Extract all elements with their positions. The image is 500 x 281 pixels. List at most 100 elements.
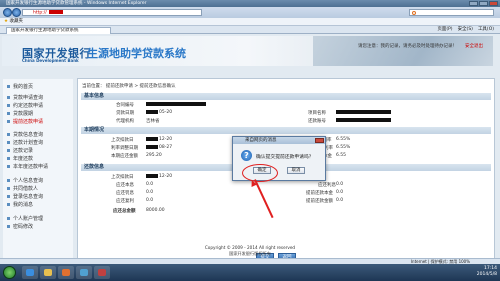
- sidebar-item-personal[interactable]: 个人信息查询: [7, 177, 43, 184]
- bullet-icon: [7, 195, 10, 198]
- bullet-icon: [7, 203, 10, 206]
- sidebar-item-account[interactable]: 个人账户管理: [7, 215, 43, 222]
- bullet-icon: [7, 217, 10, 220]
- label-due-interest: 应还利息: [318, 183, 336, 188]
- favorites-label[interactable]: 收藏夹: [9, 19, 23, 24]
- label-prepay-amount: 提前还款金额: [306, 199, 333, 204]
- sidebar-item-annual[interactable]: 年度还款: [7, 155, 33, 162]
- label-penalty: 应还罚息: [116, 191, 134, 196]
- redacted-url: [48, 10, 63, 14]
- clock-date[interactable]: 2014/5/8: [477, 272, 497, 278]
- label-last-deduct: 上次扣款日: [111, 138, 134, 143]
- bank-logo-en: China Development Bank: [22, 58, 79, 63]
- taskbar-ie[interactable]: [22, 266, 38, 279]
- sidebar-item-login-info[interactable]: 登录信息查询: [7, 193, 43, 200]
- bullet-icon: [7, 141, 10, 144]
- tab-bar: 国家开发银行生源地助学贷款系统 页面(P) 安全(S) 工具(O): [0, 26, 500, 34]
- tab-active[interactable]: 国家开发银行生源地助学贷款系统: [6, 27, 111, 34]
- redacted-contract-no: [146, 102, 206, 106]
- value-rate-adjust-date: 08-27: [159, 145, 173, 150]
- value-prepay-amount: 0.0: [336, 198, 344, 203]
- search-input[interactable]: [409, 9, 494, 16]
- minimize-button[interactable]: [469, 1, 478, 6]
- sidebar-item-home[interactable]: 我的首页: [7, 83, 33, 90]
- bullet-icon: [7, 96, 10, 99]
- search-icon[interactable]: [412, 11, 416, 15]
- sidebar-item-extension[interactable]: 贷款展期: [7, 110, 33, 117]
- sidebar-item-loan-query[interactable]: 贷款申请查询: [7, 94, 43, 101]
- section-current-period: 本期情况: [81, 127, 491, 134]
- label-repay-account: 还款账号: [308, 119, 326, 124]
- label-compound: 应还复利: [116, 199, 134, 204]
- value-total-due: 8000.00: [146, 208, 165, 213]
- start-button[interactable]: [3, 266, 16, 279]
- address-input[interactable]: http://: [22, 9, 202, 16]
- dialog-message: 确认提交提前还款申请吗？: [256, 155, 314, 160]
- taskbar-explorer[interactable]: [40, 266, 56, 279]
- dialog-cancel-button[interactable]: 取消: [287, 167, 305, 174]
- address-bar-row: http://: [0, 7, 500, 18]
- label-repay-last-deduct: 上次扣款日: [111, 175, 134, 180]
- app-icon: [80, 269, 88, 276]
- bullet-icon: [7, 120, 10, 123]
- sidebar-item-label: 贷款申请查询: [13, 95, 44, 101]
- sidebar-item-loan-info[interactable]: 贷款信息查询: [7, 131, 43, 138]
- value-prepay-principal: 0.0: [336, 190, 344, 195]
- maximize-button[interactable]: [479, 1, 488, 6]
- dialog-close-icon[interactable]: [315, 138, 324, 143]
- taskbar-media[interactable]: [58, 266, 74, 279]
- label-prepay-principal: 提前还款本金: [306, 191, 333, 196]
- window-titlebar: 国家开发银行生源地助学贷款管理系统 - Windows Internet Exp…: [0, 0, 500, 7]
- sidebar-item-label: 提前还款申请: [13, 119, 44, 125]
- sidebar-item-messages[interactable]: 我的消息: [7, 201, 33, 208]
- value-annual-rate: 6.55%: [336, 137, 351, 142]
- taskbar: 17:14 2014/5/8: [0, 264, 500, 281]
- value-due-interest: 0.0: [336, 182, 344, 187]
- command-safety[interactable]: 安全(S): [458, 26, 473, 34]
- command-tools[interactable]: 工具(O): [478, 26, 494, 34]
- bullet-icon: [7, 104, 10, 107]
- system-tray: 17:14 2014/5/8: [477, 266, 497, 278]
- value-agency: 吉林省: [146, 119, 160, 124]
- sidebar-item-label: 还款记录: [13, 148, 34, 154]
- section-basic-info: 基本信息: [81, 93, 491, 100]
- value-penalty: 0.0: [146, 190, 154, 195]
- taskbar-app5[interactable]: [94, 266, 110, 279]
- logout-link[interactable]: 安全退出: [465, 43, 483, 49]
- close-window-button[interactable]: [489, 1, 498, 6]
- label-project-name: 项目名称: [308, 111, 326, 116]
- value-last-deduct: 12-20: [159, 137, 173, 142]
- label-due-interest-principal: 应还本息: [116, 183, 134, 188]
- star-icon[interactable]: ★: [4, 19, 8, 24]
- redacted-last-deduct: [146, 137, 158, 141]
- sidebar-item-label: 年度还款: [13, 156, 34, 162]
- sidebar-item-label: 登录信息查询: [13, 194, 44, 200]
- forward-icon[interactable]: [12, 8, 21, 17]
- sidebar-item-label: 本年度还款申请: [13, 164, 49, 170]
- value-repay-last-deduct: 12-20: [159, 174, 173, 179]
- bullet-icon: [7, 85, 10, 88]
- taskbar-app4[interactable]: [76, 266, 92, 279]
- back-icon[interactable]: [3, 8, 12, 17]
- sidebar-item-coborrower[interactable]: 共同借款人: [7, 185, 38, 192]
- value-compound: 0.0: [146, 198, 154, 203]
- sidebar-item-plan[interactable]: 还款计划查询: [7, 139, 43, 146]
- value-due-amount: 295.20: [146, 153, 162, 158]
- bullet-icon: [7, 165, 10, 168]
- sidebar-item-early-repay[interactable]: 提前还款申请: [7, 118, 43, 125]
- label-total-due: 应还总金额: [113, 209, 136, 214]
- dialog-titlebar: 来自网页的消息: [233, 137, 325, 144]
- highlight-circle: [242, 164, 278, 182]
- sidebar-item-scheduled-repay[interactable]: 约定还款申请: [7, 102, 43, 109]
- sidebar-item-annual-apply[interactable]: 本年度还款申请: [7, 163, 48, 170]
- copyright-owner: 国家开发银行版权所有: [229, 251, 271, 256]
- command-bar: 页面(P) 安全(S) 工具(O): [437, 26, 494, 34]
- value-actual-rate: 6.55%: [336, 145, 351, 150]
- command-page[interactable]: 页面(P): [437, 26, 452, 34]
- sidebar-item-records[interactable]: 还款记录: [7, 147, 33, 154]
- sidebar: 我的首页 贷款申请查询 约定还款申请 贷款展期 提前还款申请 贷款信息查询 还款…: [3, 79, 73, 269]
- sidebar-item-password[interactable]: 密码修改: [7, 223, 33, 230]
- bullet-icon: [7, 179, 10, 182]
- label-loan-date: 贷款日期: [116, 111, 134, 116]
- sidebar-item-label: 我的消息: [13, 202, 34, 208]
